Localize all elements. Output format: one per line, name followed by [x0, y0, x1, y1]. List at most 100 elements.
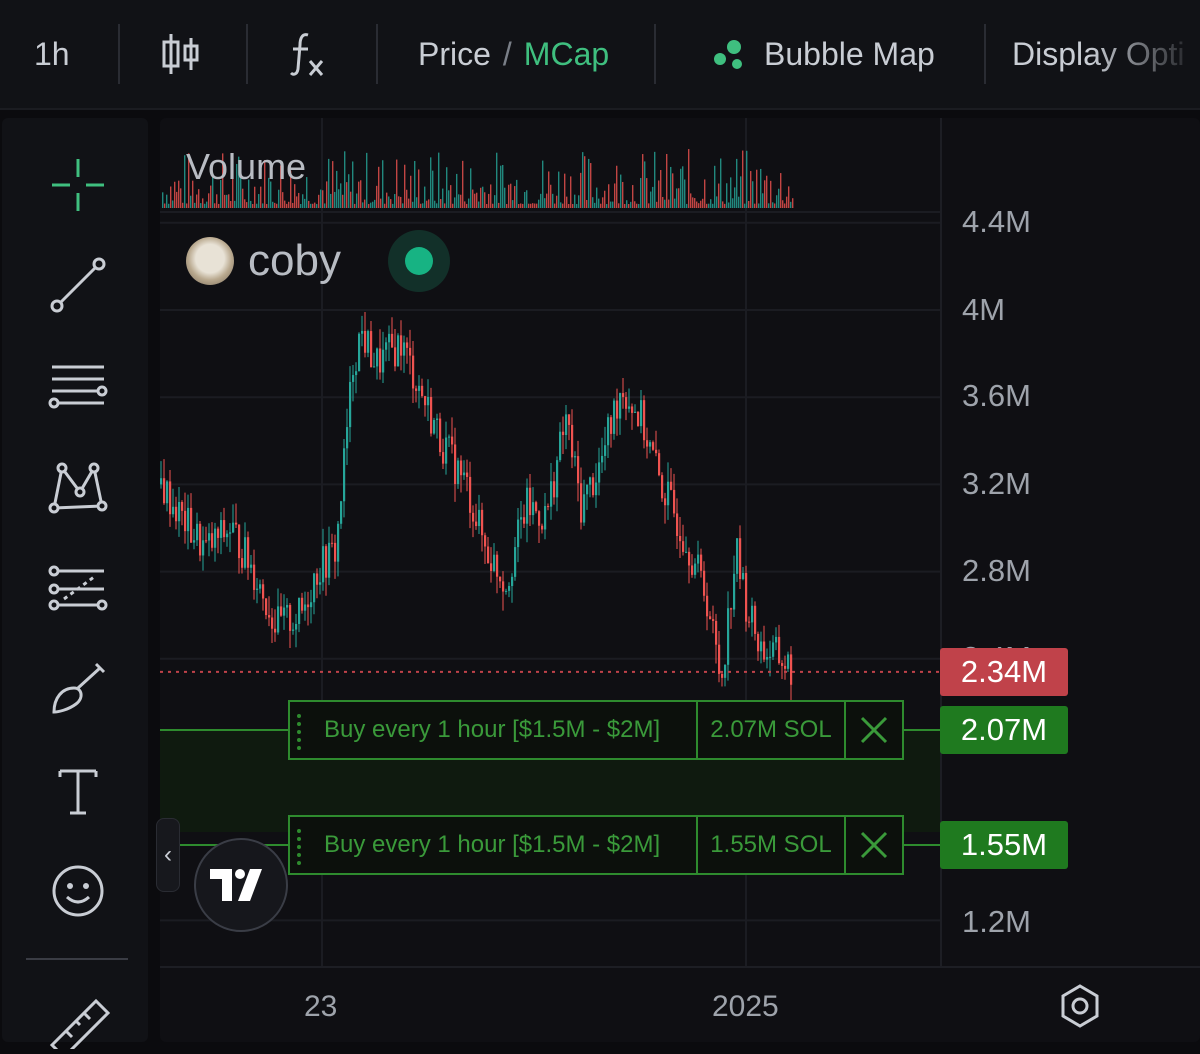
candle-body	[259, 584, 262, 589]
volume-bar	[346, 182, 348, 208]
candle-body	[505, 590, 508, 592]
volume-bar	[262, 203, 264, 208]
candle-body	[445, 437, 448, 464]
candle-body	[769, 656, 772, 658]
volume-bar	[656, 201, 658, 208]
volume-bar	[564, 173, 566, 208]
candle-body	[493, 554, 496, 571]
volume-bar	[482, 186, 484, 208]
tradingview-logo[interactable]	[194, 838, 288, 932]
time-axis-line	[160, 966, 1200, 968]
collapse-toolbar-button[interactable]: ‹	[156, 818, 180, 892]
candle-body	[274, 628, 277, 633]
y-tick: 3.2M	[962, 466, 1031, 501]
candle-body	[337, 523, 340, 562]
candlestick-icon[interactable]	[160, 0, 202, 108]
volume-bar	[706, 203, 708, 208]
candle-body	[676, 513, 679, 536]
horizontal-lines-icon[interactable]	[38, 350, 118, 420]
live-status-indicator[interactable]	[388, 230, 450, 292]
candle-body	[349, 381, 352, 428]
candle-body	[685, 551, 688, 553]
y-tick: 4M	[962, 292, 1006, 327]
candle-body	[328, 542, 331, 578]
interval-selector[interactable]: 1h	[34, 0, 70, 108]
volume-bar	[750, 171, 752, 208]
volume-bar	[792, 198, 794, 208]
volume-bar	[704, 179, 706, 208]
settings-gear-icon[interactable]	[1056, 982, 1104, 1030]
volume-bar	[256, 203, 258, 208]
candle-body	[379, 348, 382, 373]
candle-body	[271, 617, 274, 629]
candle-body	[538, 511, 541, 526]
price-option[interactable]: Price	[418, 36, 491, 73]
volume-bar	[406, 189, 408, 208]
volume-bar	[500, 165, 502, 208]
order-line[interactable]: Buy every 1 hour [$1.5M - $2M] 1.55M SOL	[288, 815, 904, 875]
candle-body	[208, 533, 211, 541]
emoji-icon[interactable]	[38, 856, 118, 926]
candle-body	[166, 481, 169, 504]
order-amount: 2.07M SOL	[698, 702, 846, 758]
candle-body	[607, 417, 610, 446]
ruler-icon[interactable]	[38, 984, 118, 1054]
order-line[interactable]: Buy every 1 hour [$1.5M - $2M] 2.07M SOL	[288, 700, 904, 760]
volume-bar	[278, 189, 280, 208]
volume-bar	[728, 202, 730, 208]
volume-bar	[428, 199, 430, 208]
close-icon[interactable]	[846, 817, 902, 873]
text-tool-icon[interactable]	[38, 756, 118, 826]
trend-line-icon[interactable]	[38, 250, 118, 320]
candle-body	[529, 487, 532, 516]
volume-bar	[276, 203, 278, 208]
volume-bar	[374, 199, 376, 208]
candle-body	[355, 371, 358, 376]
indicators-fx-icon[interactable]	[288, 0, 328, 108]
volume-bar	[446, 167, 448, 208]
volume-bar	[354, 203, 356, 208]
crosshair-icon[interactable]	[38, 150, 118, 220]
pattern-icon[interactable]	[38, 452, 118, 522]
drag-grip-icon[interactable]	[290, 817, 312, 873]
price-mcap-toggle[interactable]: Price / MCap	[418, 0, 609, 108]
volume-bar	[526, 190, 528, 208]
candle-body	[562, 431, 565, 435]
y-tick: 3.6M	[962, 378, 1031, 413]
volume-bar	[650, 191, 652, 208]
volume-bar	[180, 188, 182, 208]
brush-icon[interactable]	[38, 654, 118, 724]
candle-body	[427, 396, 430, 406]
toolbar-divider	[654, 24, 656, 84]
bubble-map-button[interactable]: Bubble Map	[712, 0, 935, 108]
candle-body	[235, 522, 238, 525]
mcap-option[interactable]: MCap	[524, 36, 609, 73]
y-tick: 2.8M	[962, 553, 1031, 588]
candle-body	[697, 554, 700, 564]
volume-bar	[230, 201, 232, 208]
fib-icon[interactable]	[38, 554, 118, 624]
candle-body	[331, 542, 334, 544]
volume-bar	[432, 170, 434, 208]
token-avatar	[186, 237, 234, 285]
volume-bar	[490, 184, 492, 208]
candle-body	[550, 481, 553, 507]
live-dot-icon	[405, 247, 433, 275]
toolbar-divider	[118, 24, 120, 84]
candle-body	[298, 597, 301, 624]
candle-body	[226, 533, 229, 538]
drag-grip-icon[interactable]	[290, 702, 312, 758]
volume-bar	[298, 192, 300, 208]
candle-body	[340, 501, 343, 524]
volume-bar	[776, 195, 778, 208]
volume-bar	[760, 168, 762, 208]
candle-body	[598, 462, 601, 483]
volume-bar	[296, 196, 298, 208]
close-icon[interactable]	[846, 702, 902, 758]
volume-bar	[198, 189, 200, 208]
volume-bar	[226, 194, 228, 208]
candle-body	[580, 483, 583, 523]
volume-bar	[402, 203, 404, 208]
candle-body	[727, 608, 730, 665]
volume-bar	[608, 184, 610, 208]
